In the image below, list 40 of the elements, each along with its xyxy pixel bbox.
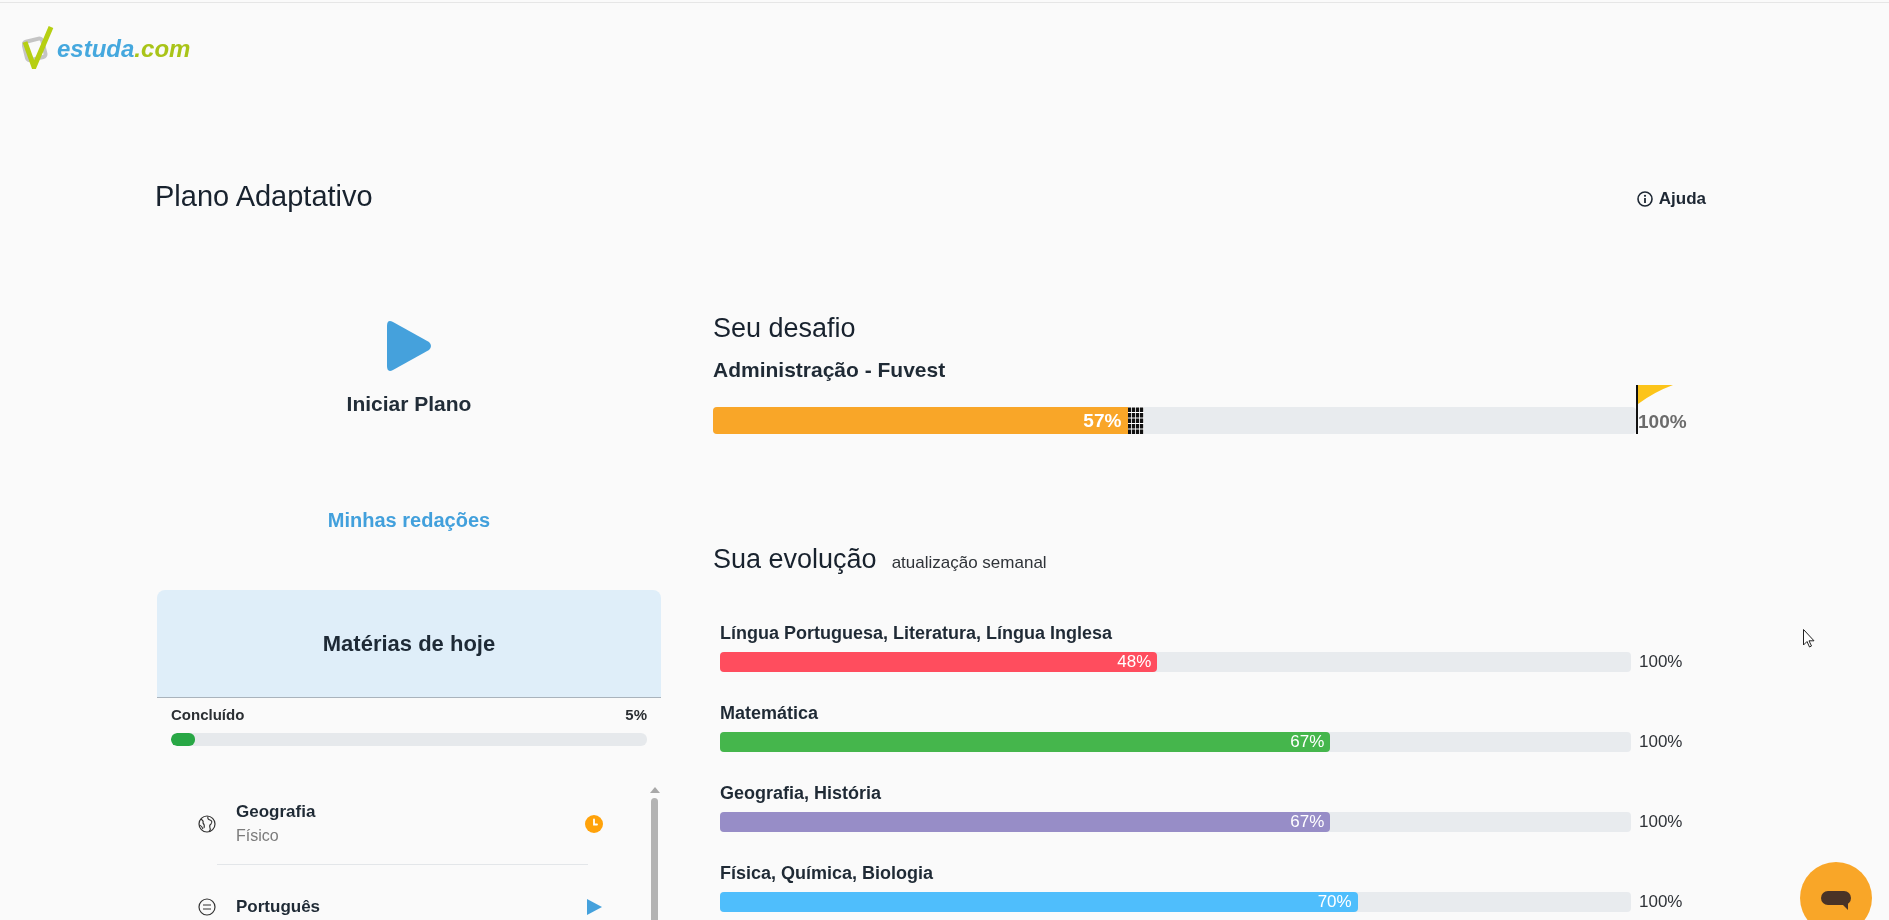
globe-icon <box>198 815 216 833</box>
subject-max: 100% <box>1639 892 1683 912</box>
challenge-reading: 57% <box>1083 409 1123 432</box>
scroll-up-icon[interactable] <box>649 787 660 793</box>
goal-name: Administração - Fuvest <box>713 357 947 383</box>
subject-label: Língua Portuguesa, Literatura, Língua Inglesa <box>720 622 1114 644</box>
subject-name[interactable]: Português <box>236 896 585 918</box>
goal-reading: 100% <box>1638 411 1687 433</box>
lined-circle-icon <box>198 898 216 916</box>
subject-name[interactable]: Geografia <box>236 801 585 823</box>
subject-topic: Físico <box>236 826 280 846</box>
subject-max: 100% <box>1639 652 1683 672</box>
page-title: Plano Adaptativo <box>155 179 373 214</box>
scrollbar-thumb[interactable] <box>651 798 658 920</box>
checkered-marker-icon <box>1128 407 1145 434</box>
checkmark-logo-icon <box>22 25 54 69</box>
subject-reading: 48% <box>1117 652 1153 672</box>
section-title: Sua evolução <box>713 543 877 576</box>
start-plan-button[interactable]: Iniciar Plano <box>346 318 472 417</box>
subject-reading: 67% <box>1290 732 1326 752</box>
subject-label: Física, Química, Biologia <box>720 862 935 884</box>
section-title: Seu desafio <box>713 312 857 345</box>
chat-button[interactable] <box>1800 862 1872 920</box>
progress-label: Concluído <box>171 706 245 724</box>
subject-label: Matemática <box>720 702 820 724</box>
subject-reading: 70% <box>1317 892 1353 912</box>
subject-label: Geografia, História <box>720 782 883 804</box>
mouse-pointer-icon <box>1803 629 1815 648</box>
subject-reading: 67% <box>1290 812 1326 832</box>
progress-reading: 5% <box>625 706 647 724</box>
help-link[interactable]: Ajuda <box>1636 189 1706 209</box>
info-icon <box>1636 191 1653 207</box>
speech-bubble-icon <box>1821 890 1851 910</box>
play-icon[interactable] <box>585 898 603 916</box>
flag-icon <box>1638 385 1673 404</box>
subject-max: 100% <box>1639 732 1683 752</box>
subject-max: 100% <box>1639 812 1683 832</box>
update-note: atualização semanal <box>891 553 1047 573</box>
play-icon <box>385 318 433 374</box>
card-title: Matérias de hoje <box>322 629 496 658</box>
